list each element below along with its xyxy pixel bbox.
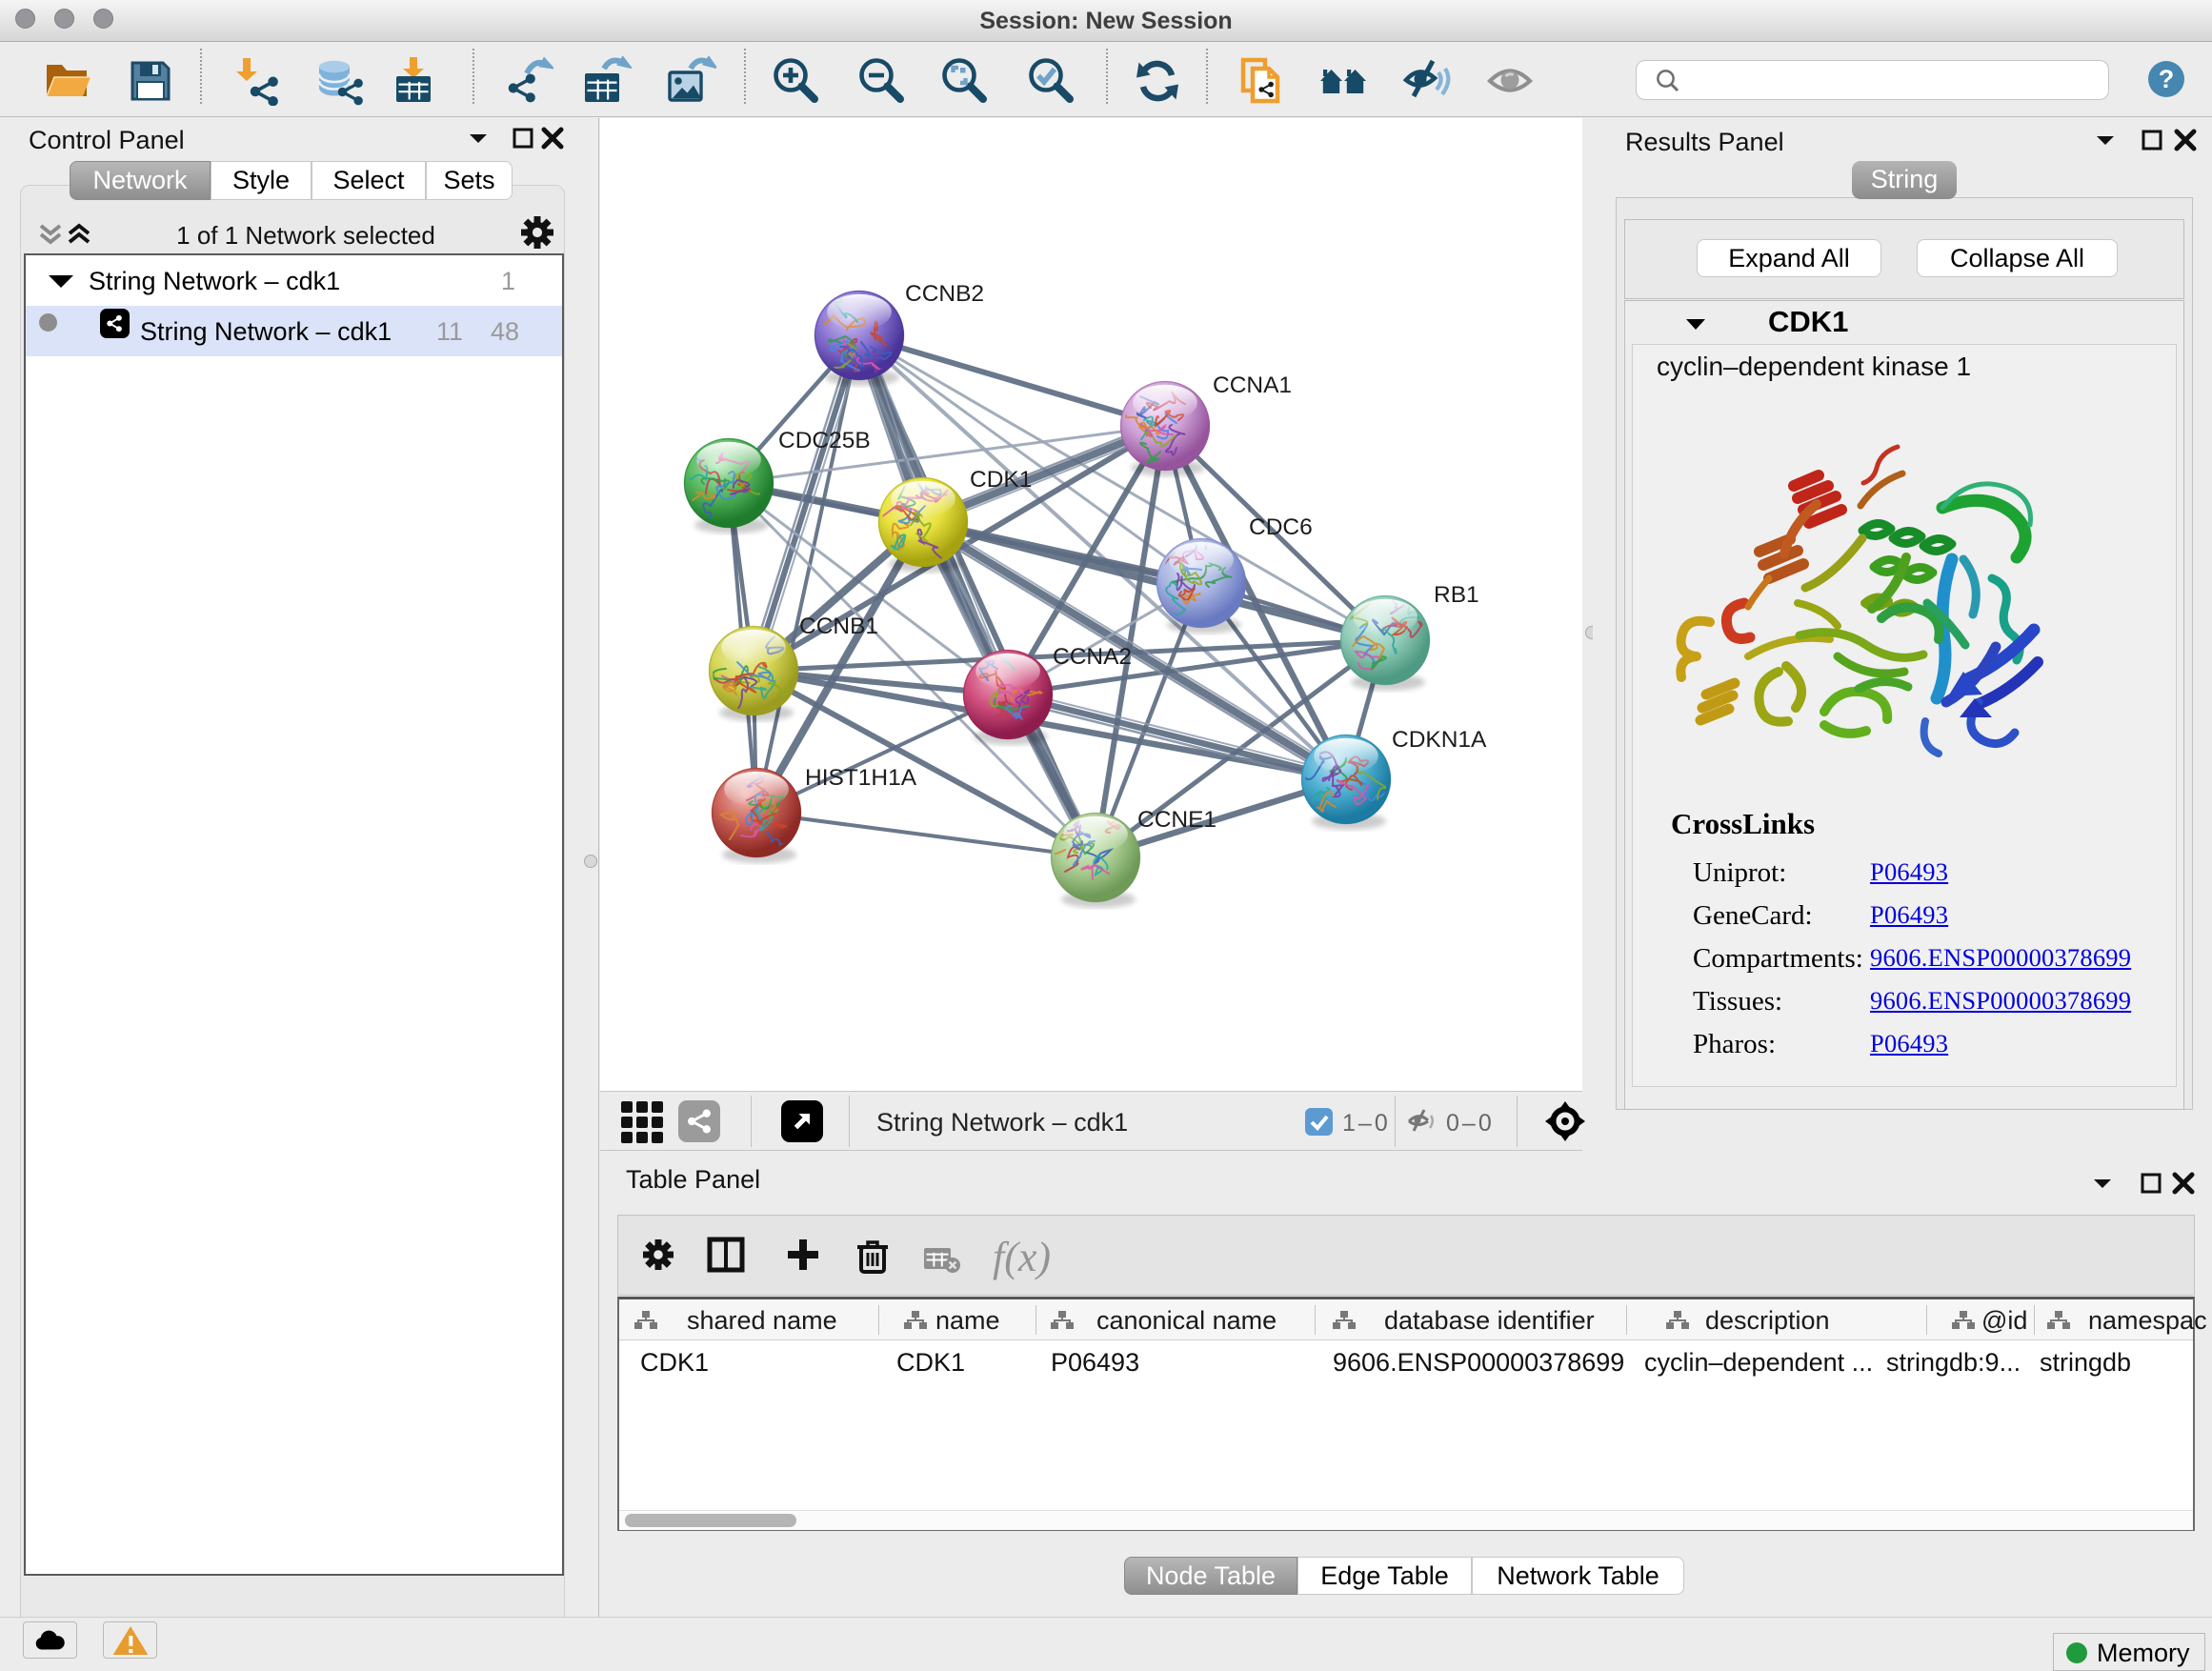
svg-text:CCNB1: CCNB1 bbox=[799, 614, 878, 639]
svg-text:RB1: RB1 bbox=[1434, 582, 1479, 608]
svg-text:CDK1: CDK1 bbox=[970, 467, 1032, 493]
svg-text:CCNB2: CCNB2 bbox=[905, 281, 984, 307]
svg-text:CDC25B: CDC25B bbox=[778, 428, 871, 453]
svg-text:CCNA1: CCNA1 bbox=[1213, 372, 1292, 398]
svg-text:CCNA2: CCNA2 bbox=[1053, 644, 1132, 670]
svg-text:CDC6: CDC6 bbox=[1249, 514, 1313, 540]
svg-text:CDKN1A: CDKN1A bbox=[1392, 727, 1487, 753]
svg-text:?: ? bbox=[2159, 65, 2175, 93]
svg-text:CCNE1: CCNE1 bbox=[1137, 807, 1217, 833]
svg-text:HIST1H1A: HIST1H1A bbox=[805, 765, 917, 791]
